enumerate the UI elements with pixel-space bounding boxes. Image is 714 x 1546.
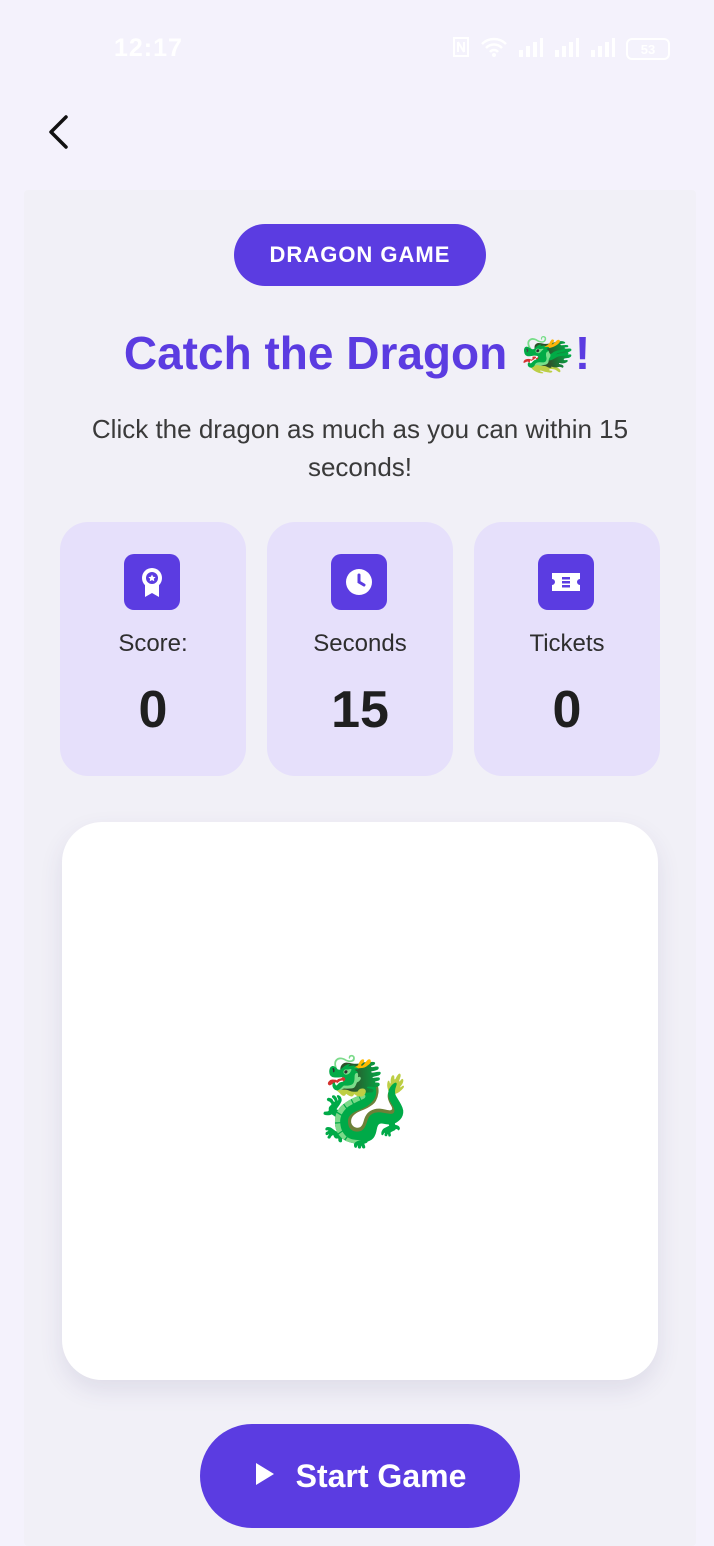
instructions: Click the dragon as much as you can with… [91, 414, 629, 482]
page-title: Catch the Dragon 🐲! [0, 326, 714, 380]
stat-label-tickets: Tickets [529, 630, 605, 657]
title-text: Catch the Dragon [123, 327, 508, 379]
signal-icon-3 [590, 36, 616, 63]
back-button[interactable] [30, 106, 86, 162]
stat-value-tickets: 0 [552, 681, 582, 739]
play-icon [254, 1458, 276, 1495]
award-icon [124, 554, 180, 610]
signal-icon [518, 36, 544, 63]
dragon-face-emoji: 🐲 [520, 330, 575, 379]
chevron-left-icon [44, 114, 72, 155]
stat-label-score: Score: [118, 630, 188, 657]
start-game-button[interactable]: Start Game [200, 1424, 520, 1528]
wifi-icon [480, 36, 508, 63]
stat-card-seconds: Seconds 15 [267, 522, 453, 776]
stat-card-tickets: Tickets 0 [474, 522, 660, 776]
status-time: 12:17 [114, 34, 183, 62]
clock-icon [331, 554, 387, 610]
stat-card-score: Score: 0 [60, 522, 246, 776]
battery-indicator: 53 [626, 38, 670, 60]
start-game-label: Start Game [295, 1457, 467, 1494]
stat-label-seconds: Seconds [313, 630, 407, 657]
status-bar: 12:17 53 [0, 0, 714, 96]
ticket-icon [538, 554, 594, 610]
signal-icon-2 [554, 36, 580, 63]
title-suffix: ! [574, 327, 591, 379]
stat-value-seconds: 15 [331, 681, 389, 739]
game-badge: DRAGON GAME [234, 224, 486, 286]
nfc-icon [452, 36, 470, 63]
stat-value-score: 0 [138, 681, 168, 739]
dragon-target[interactable]: 🐉 [310, 1052, 417, 1152]
status-icons: 53 [452, 36, 670, 62]
